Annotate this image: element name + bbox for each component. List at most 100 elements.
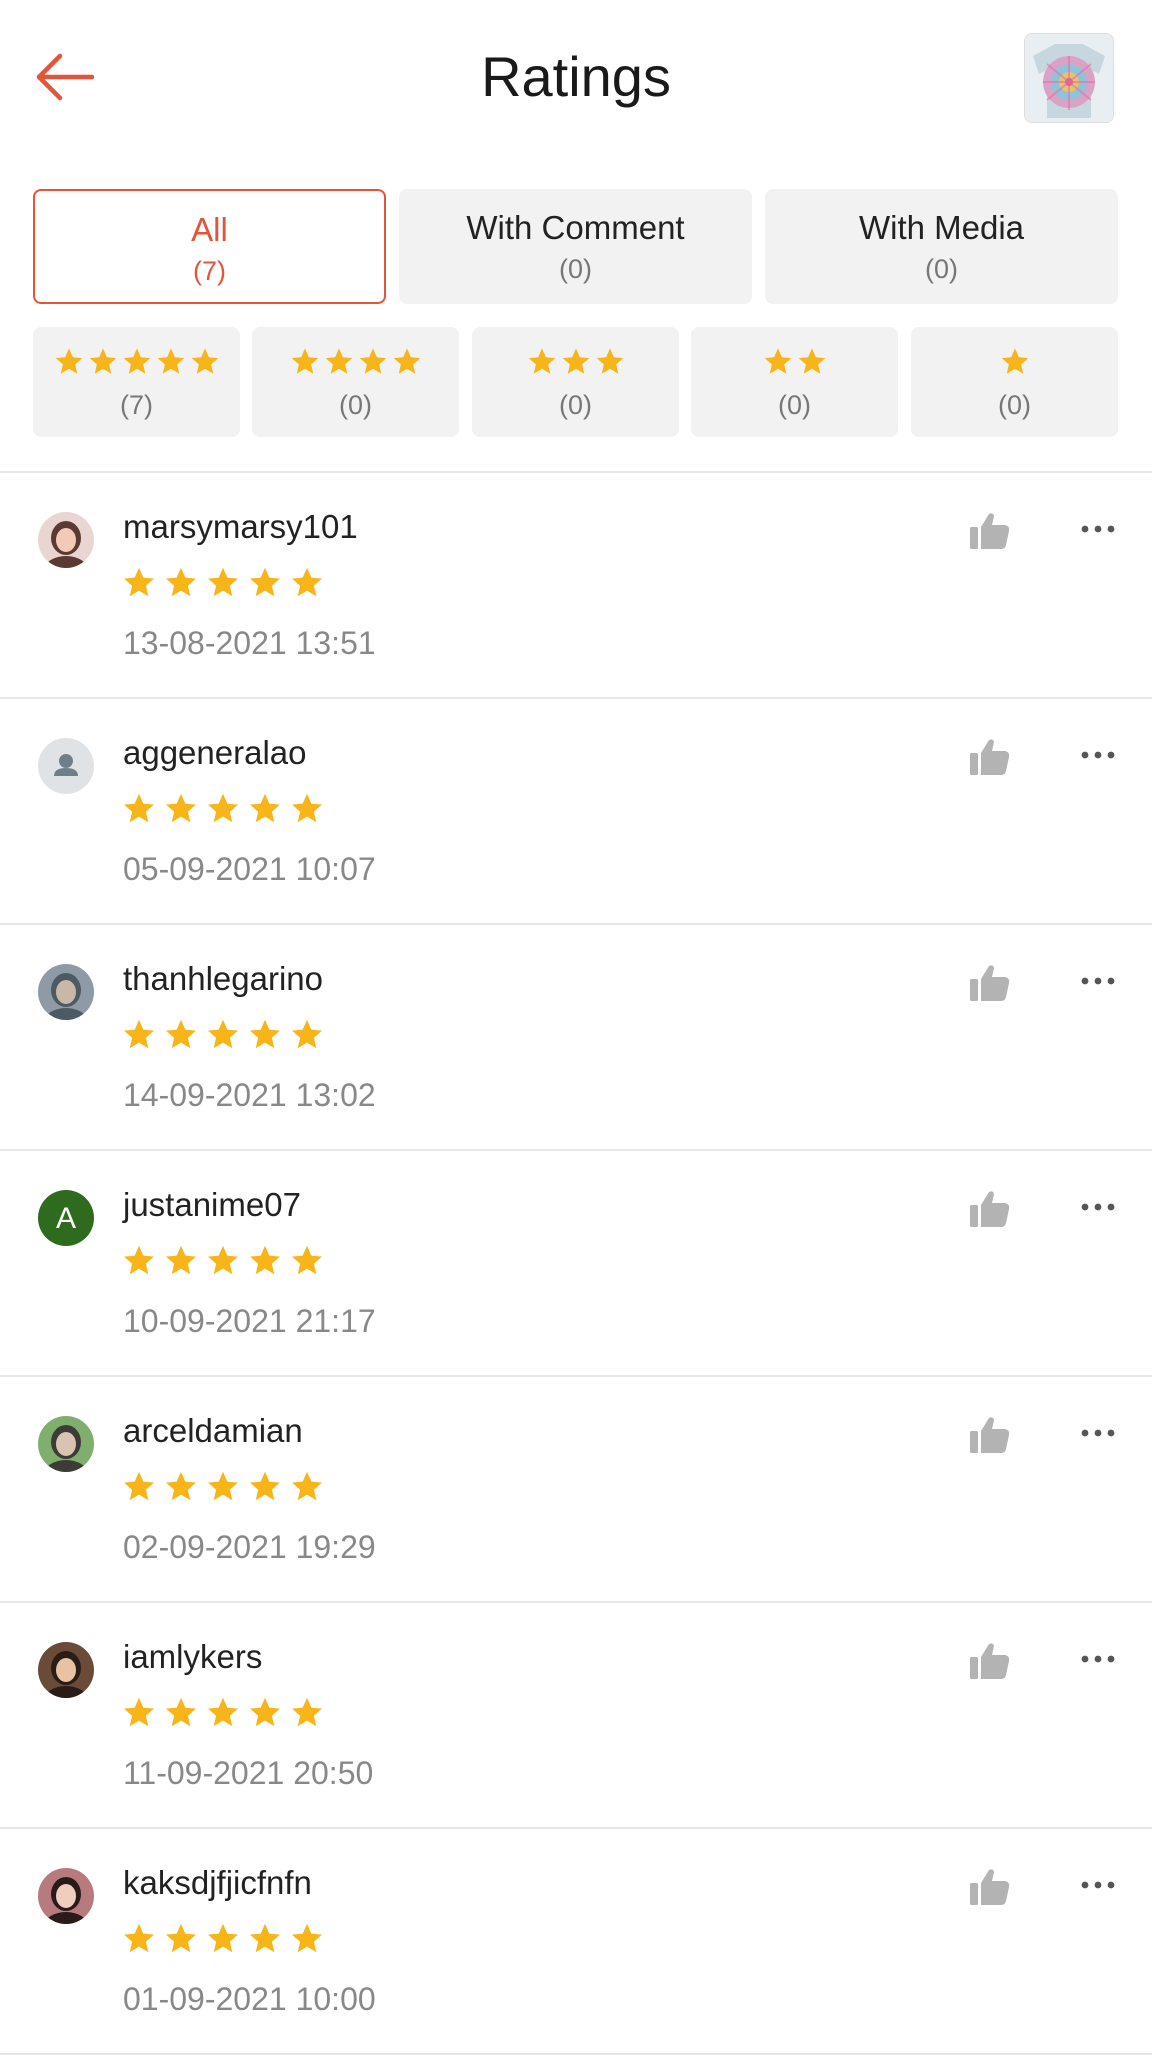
- like-button[interactable]: [968, 1187, 1012, 1231]
- avatar-photo: [38, 1868, 94, 1924]
- like-button[interactable]: [968, 1865, 1012, 1909]
- star-icon: [208, 1471, 238, 1501]
- like-button[interactable]: [968, 735, 1012, 779]
- more-horizontal-icon: [1081, 977, 1115, 985]
- avatar[interactable]: [38, 738, 94, 794]
- product-thumbnail[interactable]: [1024, 33, 1114, 123]
- tab-count: (0): [559, 254, 592, 284]
- star-icon: [250, 1471, 280, 1501]
- avatar-initial: A: [56, 1202, 76, 1235]
- star-filter-5[interactable]: (7): [33, 327, 240, 437]
- review-item: kaksdjfjicfnfn 01-09-2021 10:00: [0, 1829, 1152, 2055]
- thumbs-up-icon: [970, 739, 1010, 775]
- more-horizontal-icon: [1081, 525, 1115, 533]
- review-username: arceldamian: [123, 1412, 303, 1449]
- tab-label: All: [191, 211, 228, 248]
- review-date: 10-09-2021 21:17: [123, 1303, 376, 1339]
- star-filter-3[interactable]: (0): [472, 327, 679, 437]
- thumbs-up-icon: [970, 965, 1010, 1001]
- tab-count: (0): [925, 254, 958, 284]
- star-filter-count: (0): [778, 390, 811, 420]
- star-icon: [292, 1697, 322, 1727]
- star-icon: [124, 1471, 154, 1501]
- tab-all[interactable]: All (7): [33, 189, 386, 304]
- star-filter-count: (0): [339, 390, 372, 420]
- like-button[interactable]: [968, 961, 1012, 1005]
- star-icon: [208, 1923, 238, 1953]
- star-icon: [55, 348, 82, 374]
- star-icon: [393, 348, 420, 374]
- filter-tabs: All (7) With Comment (0) With Media (0): [33, 189, 1118, 304]
- rating-stars: [121, 1017, 325, 1057]
- avatar[interactable]: [38, 1416, 94, 1472]
- star-icon: [250, 793, 280, 823]
- star-filter-2[interactable]: (0): [691, 327, 898, 437]
- review-date: 02-09-2021 19:29: [123, 1529, 376, 1565]
- star-icon: [166, 1471, 196, 1501]
- avatar[interactable]: [38, 1868, 94, 1924]
- more-button[interactable]: [1078, 509, 1118, 549]
- star-icon: [562, 348, 589, 374]
- rating-stars: [121, 565, 325, 605]
- star-icon: [124, 567, 154, 597]
- star-icon: [292, 1245, 322, 1275]
- star-group: [33, 346, 240, 380]
- star-icon: [291, 348, 318, 374]
- more-button[interactable]: [1078, 1187, 1118, 1227]
- tab-with-media[interactable]: With Media (0): [765, 189, 1118, 304]
- star-filter-count: (0): [559, 390, 592, 420]
- thumbs-up-icon: [970, 1191, 1010, 1227]
- star-icon: [1001, 348, 1028, 374]
- like-button[interactable]: [968, 1639, 1012, 1683]
- review-username: iamlykers: [123, 1638, 263, 1675]
- star-icon: [250, 1019, 280, 1049]
- avatar[interactable]: [38, 512, 94, 568]
- star-icon: [166, 567, 196, 597]
- star-icon: [292, 1471, 322, 1501]
- rating-stars: [121, 1921, 325, 1961]
- star-icon: [208, 1019, 238, 1049]
- tab-label: With Media: [858, 209, 1025, 246]
- review-list: marsymarsy101 13-08-2021 13:51 aggeneral…: [0, 473, 1152, 2055]
- like-button[interactable]: [968, 1413, 1012, 1457]
- review-item: A justanime07 10-09-2021 21:17: [0, 1151, 1152, 1377]
- star-icon: [166, 1923, 196, 1953]
- star-icon: [124, 1019, 154, 1049]
- star-filter-4[interactable]: (0): [252, 327, 459, 437]
- star-group: [252, 346, 459, 380]
- star-icon: [166, 793, 196, 823]
- more-button[interactable]: [1078, 735, 1118, 775]
- review-item: thanhlegarino 14-09-2021 13:02: [0, 925, 1152, 1151]
- avatar[interactable]: A: [38, 1190, 94, 1246]
- avatar-photo: [38, 1416, 94, 1472]
- more-button[interactable]: [1078, 1865, 1118, 1905]
- rating-stars: [121, 1243, 325, 1283]
- like-button[interactable]: [968, 509, 1012, 553]
- rating-stars: [121, 791, 325, 831]
- more-button[interactable]: [1078, 1413, 1118, 1453]
- star-icon: [292, 1019, 322, 1049]
- review-item: aggeneralao 05-09-2021 10:07: [0, 699, 1152, 925]
- review-username: kaksdjfjicfnfn: [123, 1864, 312, 1901]
- thumbs-up-icon: [970, 1643, 1010, 1679]
- star-icon: [166, 1697, 196, 1727]
- star-icon: [166, 1245, 196, 1275]
- review-date: 05-09-2021 10:07: [123, 851, 376, 887]
- tab-label: With Comment: [466, 209, 685, 246]
- review-date: 11-09-2021 20:50: [123, 1755, 374, 1791]
- star-icon: [596, 348, 623, 374]
- more-button[interactable]: [1078, 961, 1118, 1001]
- star-icon: [208, 1697, 238, 1727]
- review-date: 14-09-2021 13:02: [123, 1077, 376, 1113]
- avatar[interactable]: [38, 1642, 94, 1698]
- avatar-photo: [38, 512, 94, 568]
- more-button[interactable]: [1078, 1639, 1118, 1679]
- star-icon: [325, 348, 352, 374]
- tab-with-comment[interactable]: With Comment (0): [399, 189, 752, 304]
- star-icon: [764, 348, 791, 374]
- review-item: arceldamian 02-09-2021 19:29: [0, 1377, 1152, 1603]
- star-filter-1[interactable]: (0): [911, 327, 1118, 437]
- star-icon: [124, 793, 154, 823]
- avatar[interactable]: [38, 964, 94, 1020]
- thumbs-up-icon: [970, 1869, 1010, 1905]
